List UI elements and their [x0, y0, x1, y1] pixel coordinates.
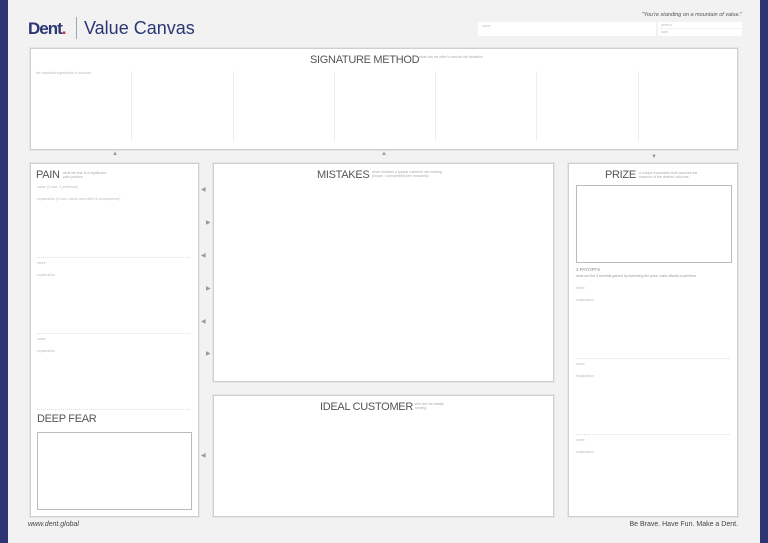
divider — [576, 358, 729, 359]
payoff-3-name: name — [576, 438, 585, 442]
column-divider — [536, 71, 537, 141]
column-divider — [334, 71, 335, 141]
payoff-3-explanation: explanation — [576, 450, 594, 454]
date-field[interactable]: date — [658, 29, 742, 36]
signature-label: the essential ingredients of success — [36, 71, 92, 75]
prize-section[interactable]: PRIZE a unique expression that captures … — [568, 163, 738, 517]
prize-box[interactable] — [576, 185, 732, 263]
arrow-icon: ▶ — [206, 286, 211, 292]
pain-subtitle: what we fear is a significant pain posit… — [63, 171, 106, 179]
arrow-icon: ◀ — [201, 453, 206, 459]
payoff-2-name: name — [576, 362, 585, 366]
deep-fear-box[interactable] — [37, 432, 192, 510]
page-title: Value Canvas — [84, 18, 195, 38]
pain-1-name: name (3 max, 3 problems) — [37, 185, 78, 189]
pain-1-explanation: explanation (3 max, cause and effect & c… — [37, 197, 121, 201]
footer-tagline: Be Brave. Have Fun. Make a Dent. — [629, 521, 738, 528]
prize-title: PRIZE — [605, 169, 636, 181]
arrow-icon: ▼ — [651, 154, 657, 160]
ideal-customer-section[interactable]: IDEAL CUSTOMER who are we ideally servin… — [213, 395, 554, 517]
footer-url[interactable]: www.dent.global — [28, 521, 79, 528]
divider — [37, 333, 190, 334]
signature-method-subtitle: what can we offer to ensure the transiti… — [419, 55, 483, 59]
quote: "You're standing on a mountain of value.… — [641, 12, 742, 18]
pain-title: PAIN — [36, 169, 60, 181]
column-divider — [638, 71, 639, 141]
column-divider — [233, 71, 234, 141]
person-field[interactable]: person — [658, 22, 742, 28]
payoffs-label: 3 PAYOFFS — [576, 267, 601, 272]
mistakes-title: MISTAKES — [317, 169, 370, 181]
mistakes-subtitle: what mistakes a typical customer are mak… — [372, 170, 442, 178]
payoff-1-explanation: explanation — [576, 298, 594, 302]
signature-method-section[interactable]: SIGNATURE METHOD what can we offer to en… — [30, 48, 738, 150]
arrow-icon: ▶ — [206, 220, 211, 226]
pain-section[interactable]: PAIN what we fear is a significant pain … — [30, 163, 199, 517]
arrow-icon: ▲ — [112, 151, 118, 157]
column-divider — [131, 71, 132, 141]
dent-logo: Dent. — [28, 19, 66, 38]
pain-3-name: name — [37, 337, 46, 341]
divider — [576, 434, 729, 435]
divider — [37, 257, 190, 258]
logo-divider — [76, 17, 77, 39]
mistakes-section[interactable]: MISTAKES what mistakes a typical custome… — [213, 163, 554, 382]
signature-method-title: SIGNATURE METHOD — [310, 54, 420, 66]
payoff-1-name: name — [576, 286, 585, 290]
pain-2-explanation: explanation — [37, 273, 55, 277]
ideal-customer-subtitle: who are we ideally serving — [415, 402, 444, 410]
arrow-icon: ◀ — [201, 187, 206, 193]
prize-subtitle: a unique expression that captures the es… — [639, 171, 698, 179]
arrow-icon: ▶ — [206, 351, 211, 357]
ideal-customer-title: IDEAL CUSTOMER — [320, 401, 413, 413]
arrow-icon: ◀ — [201, 253, 206, 259]
deep-fear-title: DEEP FEAR — [37, 413, 97, 425]
divider — [37, 409, 190, 410]
payoff-2-explanation: explanation — [576, 374, 594, 378]
arrow-icon: ▲ — [381, 151, 387, 157]
value-canvas-page: Dent. Value Canvas "You're standing on a… — [8, 0, 760, 543]
arrow-icon: ◀ — [201, 319, 206, 325]
name-field[interactable]: name — [478, 22, 656, 36]
pain-3-explanation: explanation — [37, 349, 55, 353]
column-divider — [435, 71, 436, 141]
payoffs-description: what are the 3 benefits gained by achiev… — [576, 274, 696, 278]
pain-2-name: name — [37, 261, 46, 265]
